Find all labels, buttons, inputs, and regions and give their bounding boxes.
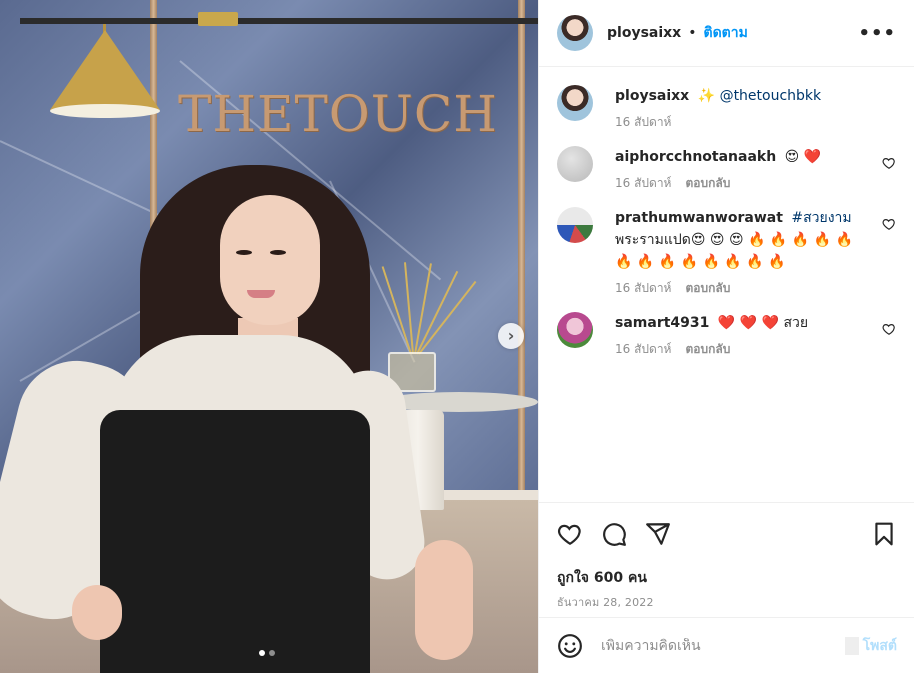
comment-time[interactable]: 16 สัปดาห์ [615,279,671,298]
carousel-dots [259,650,275,656]
bookmark-icon[interactable] [871,521,897,547]
commenter-avatar[interactable] [557,312,593,348]
comments-list: ploysaixx ✨ @thetouchbkk 16 สัปดาห์ aiph… [539,67,914,501]
caption-avatar[interactable] [557,85,593,121]
reply-button[interactable]: ตอบกลับ [685,279,730,298]
author-avatar[interactable] [557,15,593,51]
post-view: THETOUCH › ploysaixx • ติดตาม ••• ploysa… [0,0,914,673]
comment-username[interactable]: prathumwanworawat [615,210,783,226]
caption-meta: 16 สัปดาห์ [615,113,870,132]
comment-meta: 16 สัปดาห์ ตอบกลับ [615,340,870,359]
like-comment-heart-icon[interactable] [882,322,896,336]
header-separator: • [688,25,697,41]
caption-username[interactable]: ploysaixx [615,88,689,104]
comment-message: 😍 ❤️ [784,149,822,165]
post-button-label: โพสต์ [862,637,897,654]
face [220,195,320,325]
smiley-icon[interactable] [557,633,583,659]
comment-text: aiphorcchnotanaakh 😍 ❤️ [615,146,870,168]
lips [247,290,275,298]
comment-text: prathumwanworawat #สวยงาม พระรามแปด😍 😍 😍… [615,207,870,273]
comment-message: พระรามแปด😍 😍 😍 🔥 🔥 🔥 🔥 🔥 🔥 🔥 🔥 🔥 🔥 🔥 🔥 🔥 [615,232,853,270]
resize-handle-icon [844,636,859,655]
comment-message: ❤️ ❤️ ❤️ สวย [717,315,809,331]
caption-text: ploysaixx ✨ @thetouchbkk [615,85,870,107]
chevron-right-icon: › [507,326,515,345]
comment-time[interactable]: 16 สัปดาห์ [615,340,671,359]
black-dress [100,410,370,673]
reply-button[interactable]: ตอบกลับ [685,340,730,359]
carousel-dot-active [259,650,265,656]
share-icon[interactable] [645,521,671,547]
eye [270,250,286,255]
comment-icon[interactable] [601,521,627,547]
heart-icon[interactable] [557,521,583,547]
lamp-rail [20,18,538,24]
comment-body: aiphorcchnotanaakh 😍 ❤️ 16 สัปดาห์ ตอบกล… [615,146,896,193]
brand-sign: THETOUCH [178,85,498,143]
like-comment-heart-icon[interactable] [882,156,896,170]
comment-body: prathumwanworawat #สวยงาม พระรามแปด😍 😍 😍… [615,207,896,298]
caption-body: ploysaixx ✨ @thetouchbkk 16 สัปดาห์ [615,85,896,132]
comment-username[interactable]: aiphorcchnotanaakh [615,149,776,165]
commenter-avatar[interactable] [557,207,593,243]
comment-item: aiphorcchnotanaakh 😍 ❤️ 16 สัปดาห์ ตอบกล… [557,146,896,193]
comment-input[interactable] [601,637,845,654]
carousel-dot [269,650,275,656]
next-photo-button[interactable]: › [498,323,524,349]
post-header: ploysaixx • ติดตาม ••• [539,0,914,67]
comment-meta: 16 สัปดาห์ ตอบกลับ [615,279,870,298]
more-options-icon[interactable]: ••• [858,23,896,44]
post-photo[interactable]: THETOUCH › [0,0,538,673]
comment-item: samart4931 ❤️ ❤️ ❤️ สวย 16 สัปดาห์ ตอบกล… [557,312,896,359]
like-count[interactable]: ถูกใจ 600 คน [539,567,914,589]
lamp-rim [50,104,160,118]
comment-item: prathumwanworawat #สวยงาม พระรามแปด😍 😍 😍… [557,207,896,298]
lamp-cap [198,12,238,26]
sparkles-emoji: ✨ [697,88,716,104]
comment-text: samart4931 ❤️ ❤️ ❤️ สวย [615,312,870,334]
caption: ploysaixx ✨ @thetouchbkk 16 สัปดาห์ [557,85,896,132]
post-button[interactable]: โพสต์ [844,635,897,657]
follow-button[interactable]: ติดตาม [703,22,747,44]
reply-button[interactable]: ตอบกลับ [685,174,730,193]
eye [236,250,252,255]
comment-time[interactable]: 16 สัปดาห์ [615,174,671,193]
action-icons [539,503,914,565]
add-comment-bar: โพสต์ [539,617,914,673]
author-username[interactable]: ploysaixx [607,25,681,41]
post-date[interactable]: ธันวาคม 28, 2022 [539,589,914,611]
right-hand [415,540,473,660]
left-hand [72,585,122,640]
comment-username[interactable]: samart4931 [615,315,709,331]
post-sidebar: ploysaixx • ติดตาม ••• ploysaixx ✨ @thet… [538,0,914,673]
comment-meta: 16 สัปดาห์ ตอบกลับ [615,174,870,193]
pendant-lamp [50,30,160,110]
caption-mention[interactable]: @thetouchbkk [720,88,822,104]
post-actions: ถูกใจ 600 คน ธันวาคม 28, 2022 [539,502,914,611]
comment-body: samart4931 ❤️ ❤️ ❤️ สวย 16 สัปดาห์ ตอบกล… [615,312,896,359]
commenter-avatar[interactable] [557,146,593,182]
caption-time[interactable]: 16 สัปดาห์ [615,113,671,132]
comment-hashtag[interactable]: #สวยงาม [791,210,851,226]
like-comment-heart-icon[interactable] [882,217,896,231]
